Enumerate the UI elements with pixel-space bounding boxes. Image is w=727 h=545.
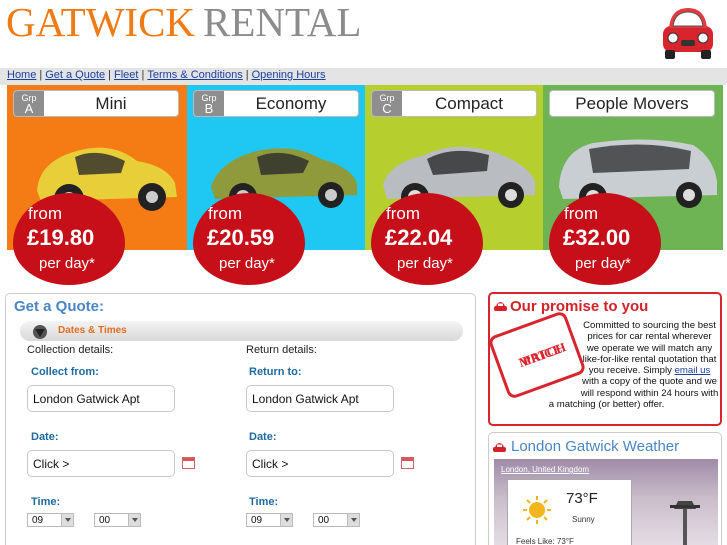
- group-mini[interactable]: Grp A Mini from £19.80 per day*: [7, 85, 187, 285]
- group-label-box: Grp C Compact: [371, 90, 537, 117]
- control-tower-icon: [670, 501, 700, 545]
- chevron-down-icon: [347, 514, 359, 526]
- price-value: £19.80: [27, 225, 95, 250]
- group-code-letter: A: [24, 101, 34, 116]
- group-code-letter: C: [382, 101, 392, 116]
- car-icon: [494, 302, 507, 311]
- return-date-field[interactable]: Click >: [246, 450, 394, 477]
- chevron-down-icon: [280, 514, 292, 526]
- chevron-down-icon: [128, 514, 140, 526]
- price-per-day: per day*: [39, 255, 95, 272]
- weather-location-link[interactable]: London, United Kingdom: [501, 465, 589, 474]
- price-per-day: per day*: [219, 255, 275, 272]
- nav-hours-link[interactable]: Opening Hours: [252, 69, 326, 81]
- collection-minute-select[interactable]: 00: [94, 513, 141, 527]
- price-badge: from £22.04 per day*: [371, 193, 483, 285]
- collection-date-label: Date:: [31, 431, 59, 443]
- group-label-box: People Movers: [549, 90, 715, 117]
- group-name: People Movers: [575, 94, 689, 113]
- weather-widget: London, United Kingdom 73°F Sunny Feels …: [494, 459, 718, 545]
- group-code: Grp B: [194, 91, 224, 116]
- group-compact[interactable]: Grp C Compact from £22.04 per day*: [365, 85, 545, 285]
- collection-calendar-icon[interactable]: [182, 457, 195, 469]
- page: GATWICK RENTAL Home | Get a Quote | Fleet | Ter…: [0, 0, 727, 545]
- nav-separator: |: [39, 69, 43, 81]
- price-badge: from £32.00 per day*: [549, 193, 661, 285]
- price-badge: from £20.59 per day*: [193, 193, 305, 285]
- vehicle-groups: Grp A Mini from £19.80 per day* Grp B Econ…: [0, 85, 727, 290]
- promise-title: Our promise to you: [510, 298, 649, 315]
- collection-details-label: Collection details:: [27, 344, 114, 356]
- nav-quote-link[interactable]: Get a Quote: [45, 69, 105, 81]
- collapse-triangle-icon: [33, 325, 47, 339]
- group-economy[interactable]: Grp B Economy from £20.59 per day*: [187, 85, 367, 285]
- header: GATWICK RENTAL: [0, 0, 727, 68]
- logo-rental: RENTAL: [203, 0, 362, 45]
- weather-title: London Gatwick Weather: [511, 438, 680, 455]
- nav-terms-link[interactable]: Terms & Conditions: [147, 69, 242, 81]
- collection-date-field[interactable]: Click >: [27, 450, 175, 477]
- return-to-field[interactable]: London Gatwick Apt: [246, 385, 394, 412]
- return-hour-value: 09: [251, 515, 263, 526]
- return-to-label: Return to:: [249, 366, 302, 378]
- dates-times-label: Dates & Times: [58, 325, 127, 336]
- group-name: Mini: [95, 94, 127, 113]
- weather-panel: London Gatwick Weather London, United Ki…: [488, 432, 722, 545]
- site-logo[interactable]: GATWICK RENTAL: [6, 0, 361, 46]
- price-value: £32.00: [563, 225, 631, 250]
- nav-separator: |: [245, 69, 249, 81]
- price-match-text: PRICE MATCH: [499, 326, 570, 370]
- group-label-box: Grp B Economy: [193, 90, 359, 117]
- return-minute-select[interactable]: 00: [313, 513, 360, 527]
- group-name: Economy: [255, 94, 327, 113]
- return-time-label: Time:: [249, 496, 279, 508]
- price-from: from: [386, 204, 420, 223]
- top-nav: Home | Get a Quote | Fleet | Terms & Condition…: [0, 68, 727, 85]
- group-code: Grp A: [14, 91, 44, 116]
- quote-title: Get a Quote:: [14, 298, 105, 315]
- dates-times-header[interactable]: Dates & Times: [20, 321, 463, 341]
- stamp-line2: MATCH: [516, 339, 568, 371]
- collection-hour-select[interactable]: 09: [27, 513, 74, 527]
- nav-home-link[interactable]: Home: [7, 69, 36, 81]
- nav-separator: |: [141, 69, 145, 81]
- collection-hour-value: 09: [32, 515, 44, 526]
- red-car-icon: [663, 8, 713, 59]
- price-from: from: [28, 204, 62, 223]
- email-us-link[interactable]: email us: [675, 365, 711, 376]
- sun-icon: [523, 496, 551, 524]
- nav-fleet-link[interactable]: Fleet: [114, 69, 138, 81]
- weather-card: 73°F Sunny Feels Like: 73°F: [507, 479, 632, 545]
- return-hour-select[interactable]: 09: [246, 513, 293, 527]
- price-per-day: per day*: [397, 255, 453, 272]
- weather-condition: Sunny: [572, 515, 595, 524]
- collect-from-field[interactable]: London Gatwick Apt: [27, 385, 175, 412]
- price-from: from: [208, 204, 242, 223]
- price-badge: from £19.80 per day*: [13, 193, 125, 285]
- logo-gatwick: GATWICK: [6, 0, 196, 45]
- weather-feels-like: Feels Like: 73°F: [516, 537, 574, 545]
- collection-minute-value: 00: [99, 515, 111, 526]
- return-date-label: Date:: [249, 431, 277, 443]
- weather-temp: 73°F: [566, 490, 598, 507]
- car-icon: [493, 443, 506, 452]
- price-value: £22.04: [385, 225, 453, 250]
- promise-panel: Our promise to you Committed to sourcing…: [487, 292, 722, 426]
- return-details-label: Return details:: [246, 344, 317, 356]
- group-code-letter: B: [204, 101, 214, 116]
- collect-from-label: Collect from:: [31, 366, 99, 378]
- group-code: Grp C: [372, 91, 402, 116]
- return-calendar-icon[interactable]: [401, 457, 414, 469]
- group-label-box: Grp A Mini: [13, 90, 179, 117]
- price-value: £20.59: [207, 225, 275, 250]
- nav-separator: |: [108, 69, 111, 81]
- group-name: Compact: [434, 94, 504, 113]
- group-people-movers[interactable]: People Movers from £32.00 per day*: [543, 85, 723, 285]
- price-per-day: per day*: [575, 255, 631, 272]
- price-from: from: [564, 204, 598, 223]
- quote-panel: Get a Quote: Dates & Times Collection de…: [5, 293, 476, 545]
- chevron-down-icon: [61, 514, 73, 526]
- collection-time-label: Time:: [31, 496, 61, 508]
- return-minute-value: 00: [318, 515, 330, 526]
